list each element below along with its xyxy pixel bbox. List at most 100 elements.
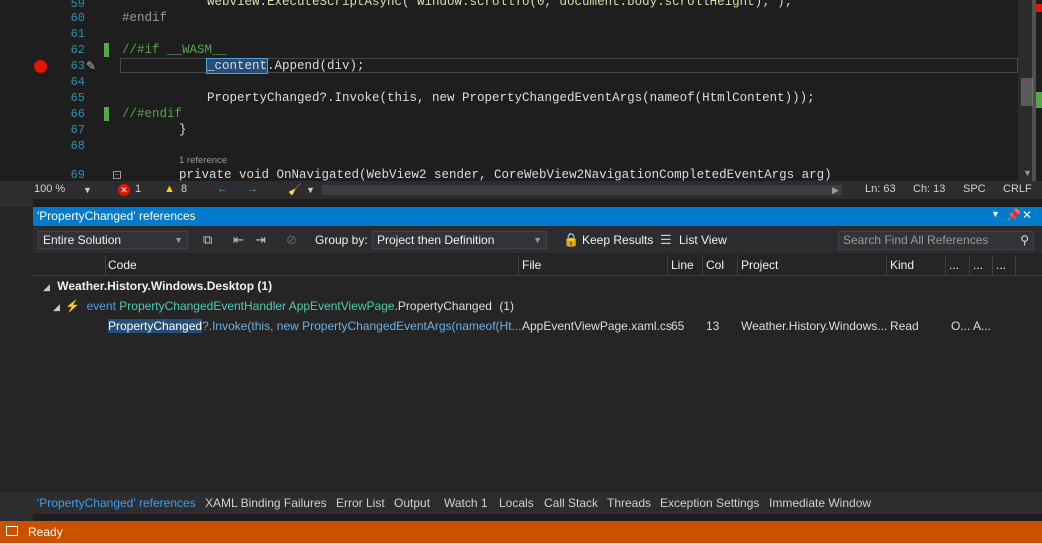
scope-dropdown[interactable]: Entire Solution ▼ [38,231,188,249]
scroll-up-icon[interactable] [1024,0,1030,4]
column-header-code[interactable]: Code [108,258,137,272]
column-separator[interactable] [667,255,668,275]
result-line: 65 [671,319,685,333]
column-separator[interactable] [1015,255,1016,275]
result-code: PropertyChanged?.Invoke(this, new Proper… [108,319,522,333]
pin-icon[interactable]: 📌 [1006,208,1021,222]
column-separator[interactable] [518,255,519,275]
code-line[interactable]: private void OnNavigated(WebView2 sender… [179,168,832,181]
column-header-extra[interactable]: ... [949,258,959,272]
column-separator[interactable] [945,255,946,275]
tab-references[interactable]: 'PropertyChanged' references [37,496,196,510]
code-line[interactable]: #endif [122,11,167,25]
error-count[interactable]: 1 [135,183,141,195]
search-input[interactable]: Search Find All References ⚲ [838,231,1034,250]
column-separator[interactable] [992,255,993,275]
tab-error-list[interactable]: Error List [336,496,385,510]
brush-icon[interactable]: 🧹 [288,183,302,196]
tab-output[interactable]: Output [394,496,430,510]
tab-xaml-binding-failures[interactable]: XAML Binding Failures [205,496,327,510]
close-icon[interactable]: ✕ [1022,208,1032,222]
tool-window-title-bar[interactable]: 'PropertyChanged' references ▼ 📌 ✕ [33,207,1042,226]
vertical-scrollbar[interactable]: ▼ [1018,0,1036,181]
expand-all-icon[interactable]: ⇤ [233,232,244,248]
tool-window-tabs: 'PropertyChanged' references XAML Bindin… [33,492,1042,514]
tab-immediate-window[interactable]: Immediate Window [769,496,871,510]
line-number: 60 [70,11,85,25]
find-references-window: 'PropertyChanged' references ▼ 📌 ✕ Entir… [33,207,1042,492]
code-line[interactable]: webview.ExecuteScriptAsync("window.scrol… [207,0,792,9]
left-tool-strip-inner [0,207,33,492]
column-separator[interactable] [969,255,970,275]
line-number: 59 [70,0,85,11]
chevron-down-icon: ▼ [174,235,183,245]
zoom-level[interactable]: 100 % [34,183,65,195]
scroll-down-icon[interactable]: ▼ [1023,168,1032,178]
search-icon[interactable]: ⚲ [1020,232,1029,249]
error-marker [1036,4,1042,12]
scroll-right-icon[interactable]: ▶ [832,185,839,196]
column-header-kind[interactable]: Kind [890,258,914,272]
overview-map [1036,0,1042,181]
keep-results-button[interactable]: Keep Results [582,233,653,247]
column-separator[interactable] [702,255,703,275]
tab-threads[interactable]: Threads [607,496,651,510]
codelens-references[interactable]: 1 reference [179,155,227,166]
result-extra: O... [951,319,971,333]
collapse-icon[interactable]: − [113,171,121,179]
definition-row[interactable]: ◢ ⚡ event PropertyChangedEventHandler Ap… [53,299,514,313]
line-indicator[interactable]: Ln: 63 [865,183,896,195]
column-separator[interactable] [105,255,106,275]
definition-member: .PropertyChanged [394,299,492,313]
results-header: Code File Line Col Project Kind ... ... … [33,255,1042,276]
line-ending-indicator[interactable]: CRLF [1003,183,1032,195]
expand-arrow-icon[interactable]: ◢ [43,282,50,292]
change-marker [104,43,109,57]
code-line[interactable]: //#if __WASM__ [122,43,227,57]
column-separator[interactable] [886,255,887,275]
code-editor[interactable]: ✎ − 59 60 61 62 63 64 65 66 67 68 69 web… [0,0,1042,181]
column-separator[interactable] [737,255,738,275]
collapse-all-icon[interactable]: ⇥ [255,232,266,248]
code-line[interactable]: PropertyChanged?.Invoke(this, new Proper… [207,91,815,105]
column-header-extra[interactable]: ... [996,258,1006,272]
list-view-button[interactable]: List View [679,233,727,247]
code-line[interactable]: //#endif [122,107,182,121]
code-line[interactable]: } [179,123,187,137]
horizontal-scrollbar[interactable] [322,185,842,195]
arrow-left-icon[interactable]: ← [217,183,228,195]
column-header-extra[interactable]: ... [973,258,983,272]
column-header-project[interactable]: Project [741,258,778,272]
line-number: 65 [70,91,85,105]
scope-value: Entire Solution [43,233,122,247]
tab-call-stack[interactable]: Call Stack [544,496,598,510]
column-indicator[interactable]: Ch: 13 [913,183,945,195]
search-placeholder: Search Find All References [843,233,989,247]
whitespace-indicator[interactable]: SPC [963,183,986,195]
tab-watch-1[interactable]: Watch 1 [444,496,488,510]
chevron-down-icon[interactable]: ▼ [306,185,315,195]
code-line[interactable]: _content.Append(div); [205,58,365,74]
column-header-file[interactable]: File [522,258,541,272]
window-position-icon[interactable]: ▼ [991,209,1000,219]
chevron-down-icon[interactable]: ▼ [83,185,92,195]
breakpoint-icon[interactable] [34,60,47,73]
chevron-down-icon: ▼ [533,235,542,245]
tab-locals[interactable]: Locals [499,496,534,510]
status-icon [6,526,18,536]
warning-count[interactable]: 8 [181,183,187,195]
arrow-right-icon[interactable]: → [247,183,258,195]
column-header-line[interactable]: Line [671,258,694,272]
quick-action-icon[interactable]: ✎ [86,59,96,73]
expand-arrow-icon[interactable]: ◢ [53,302,60,312]
tab-exception-settings[interactable]: Exception Settings [660,496,759,510]
group-row[interactable]: ◢ Weather.History.Windows.Desktop (1) [43,279,272,293]
column-header-col[interactable]: Col [706,258,724,272]
filter-icon[interactable]: ⊘ [286,232,297,248]
event-icon: ⚡ [65,299,81,313]
group-by-dropdown[interactable]: Project then Definition ▼ [372,231,547,249]
editor-status-bar: 100 % ▼ ✕ 1 ▲ 8 ← → 🧹 ▼ ▶ Ln: 63 Ch: 13 … [0,181,1042,199]
table-row[interactable]: PropertyChanged?.Invoke(this, new Proper… [33,319,1042,335]
copy-icon[interactable]: ⧉ [203,232,212,248]
line-number: 64 [70,75,85,89]
